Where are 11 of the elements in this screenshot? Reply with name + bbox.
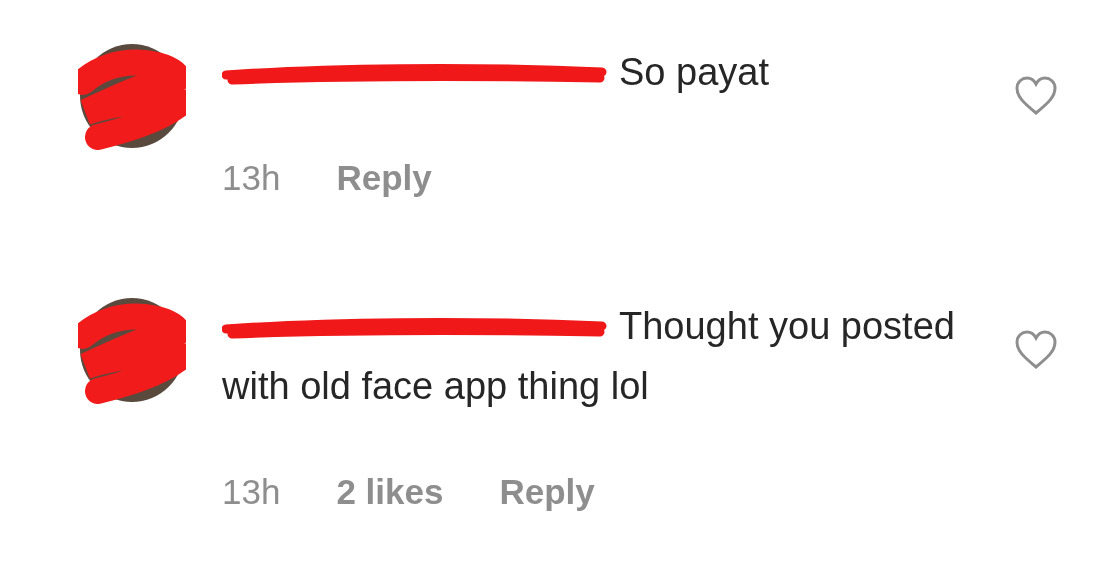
likes-link[interactable]: 2 likes <box>336 462 444 522</box>
heart-icon[interactable] <box>1014 330 1058 370</box>
heart-icon[interactable] <box>1014 76 1058 116</box>
comment-text: Thought you posted with old face app thing lol <box>222 305 955 407</box>
comment-text: So payat <box>619 51 769 93</box>
reply-link[interactable]: Reply <box>499 462 595 522</box>
avatar[interactable] <box>78 42 186 150</box>
reply-link[interactable]: Reply <box>336 148 432 208</box>
avatar[interactable] <box>78 296 186 404</box>
comment-time: 13h <box>222 157 281 199</box>
comment-time: 13h <box>222 471 281 513</box>
